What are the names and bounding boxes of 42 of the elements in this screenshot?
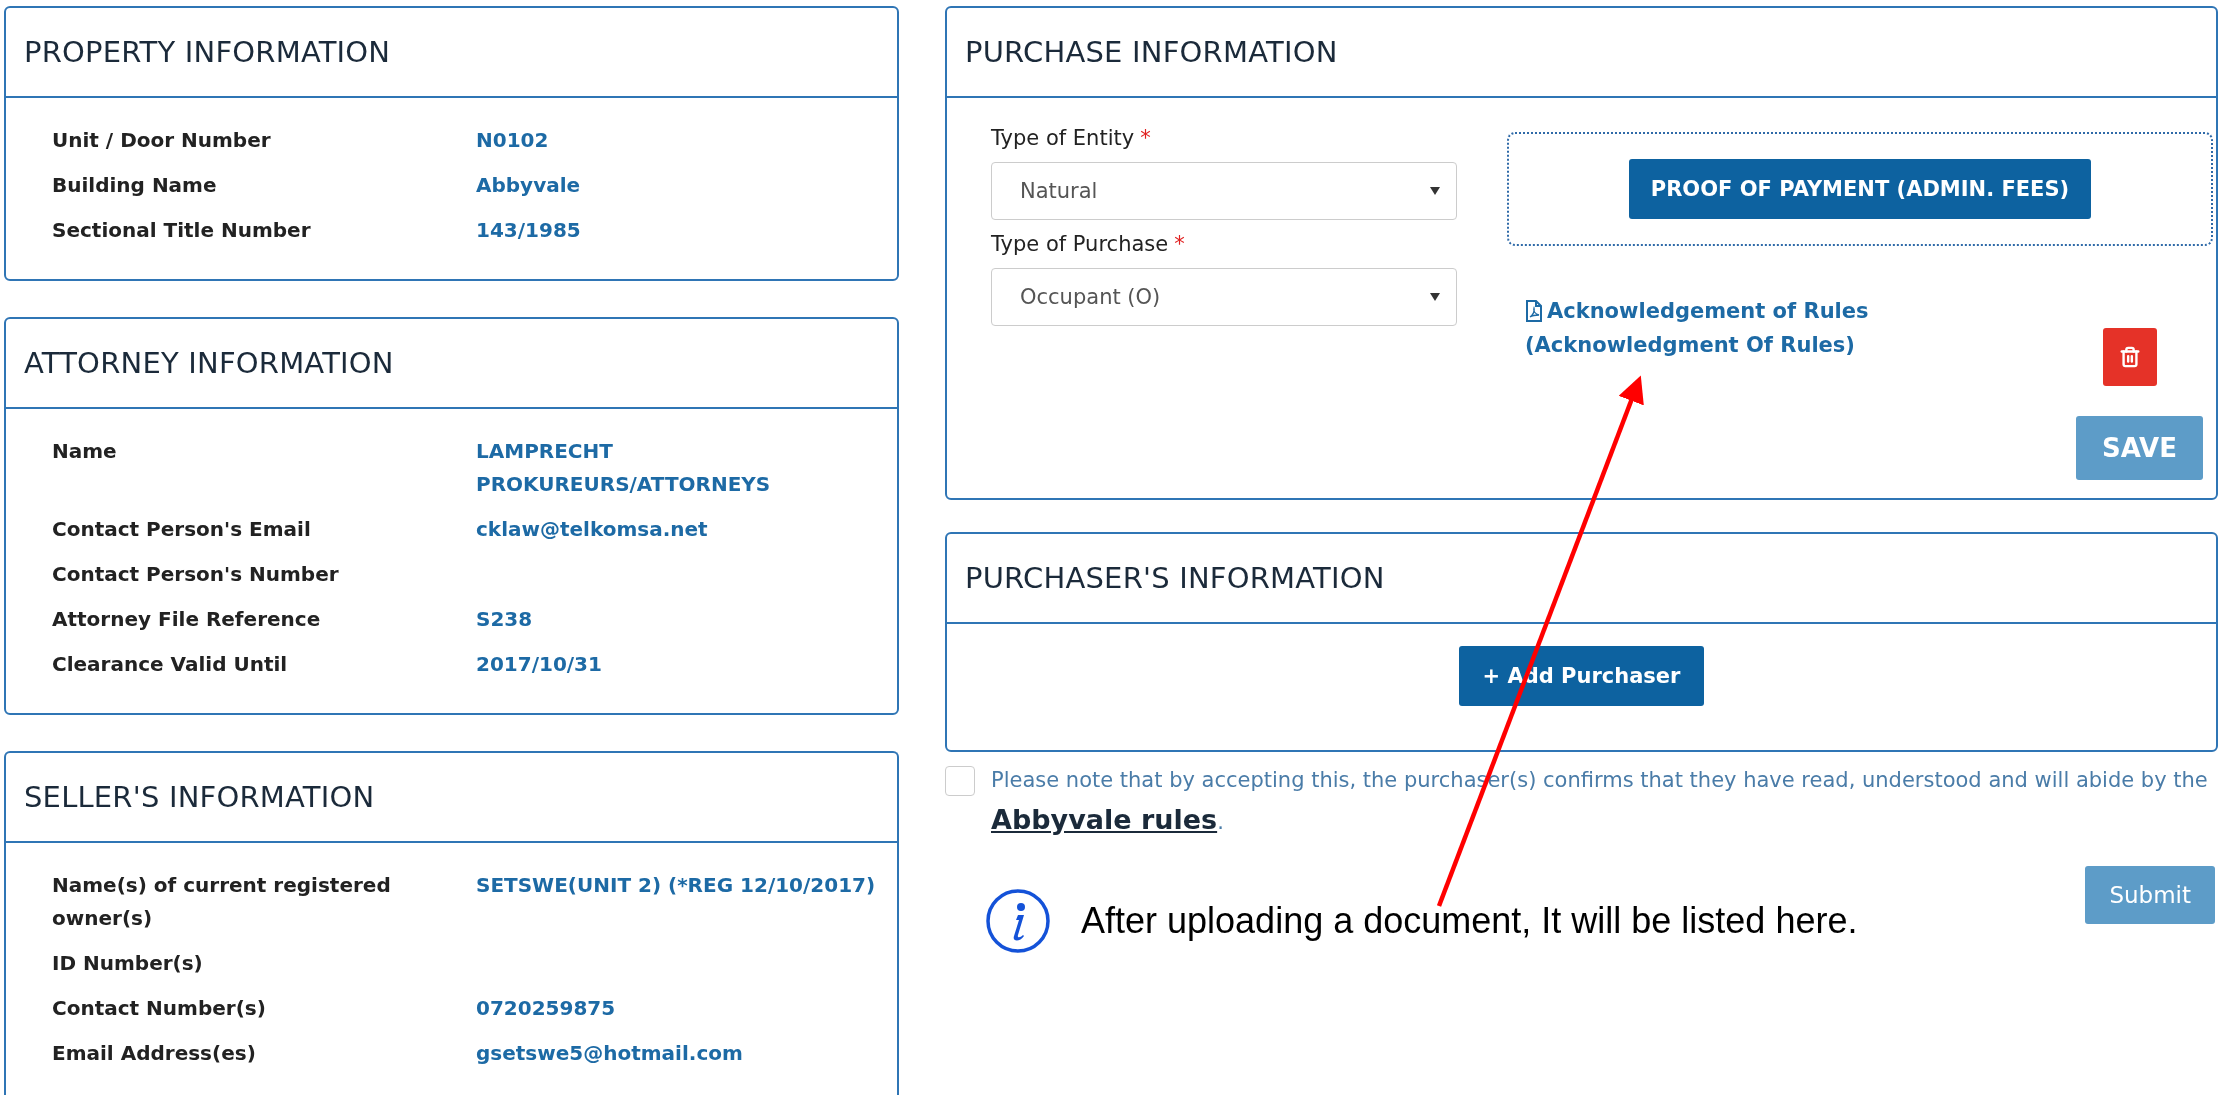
field-value: cklaw@telkomsa.net [476,516,709,543]
select-field[interactable]: Occupant (O) [991,268,1457,326]
field-label: Clearance Valid Until [52,651,289,678]
field-label: Attorney File Reference [52,606,322,633]
field-value: S238 [476,606,534,633]
info-icon [985,888,1051,954]
field-value: LAMPRECHT PROKUREURS/ATTORNEYS [476,438,772,498]
field-label: Building Name [52,172,218,199]
panel-title: PURCHASER'S INFORMATION [965,561,1385,595]
field-label: Name(s) of current registered owner(s) [52,872,392,932]
caret-icon [1430,187,1440,195]
field-value: 2017/10/31 [476,651,603,678]
trash-icon [2119,346,2141,368]
proof-of-payment-button[interactable]: PROOF OF PAYMENT (ADMIN. FEES) [1628,159,2092,219]
checkbox[interactable] [945,766,975,796]
field-label: Type of Entity * [991,125,1152,152]
field-label: Email Address(es) [52,1040,257,1067]
field-value: gsetswe5@hotmail.com [476,1040,744,1067]
delete-button[interactable] [2103,328,2157,386]
panel-title: PROPERTY INFORMATION [24,35,391,69]
field-value: N0102 [476,127,550,154]
document-link[interactable]: Acknowledgement of Rules (Acknowledgment Of Rules) [1525,294,1869,362]
file-icon [1525,300,1543,322]
field-value: 143/1985 [476,217,582,244]
panel-title: SELLER'S INFORMATION [24,780,375,814]
field-label: Unit / Door Number [52,127,272,154]
field-value: Abbyvale [476,172,582,199]
field-label: ID Number(s) [52,950,204,977]
field-label: Contact Person's Number [52,561,340,588]
field-label: Type of Purchase * [991,231,1186,258]
field-label: Sectional Title Number [52,217,312,244]
field-label: Name [52,438,118,465]
caret-icon [1430,293,1440,301]
annotation-text: After uploading a document, It will be listed here. [1081,900,1858,942]
field-value: SETSWE(UNIT 2) (*REG 12/10/2017) [476,872,876,899]
select-field[interactable]: Natural [991,162,1457,220]
field-label: Contact Number(s) [52,995,267,1022]
panel-title: PURCHASE INFORMATION [965,35,1338,69]
panel-title: ATTORNEY INFORMATION [24,346,394,380]
rules-link[interactable]: Abbyvale rules [991,804,1218,835]
field-label: Contact Person's Email [52,516,312,543]
field-value: 0720259875 [476,995,617,1022]
